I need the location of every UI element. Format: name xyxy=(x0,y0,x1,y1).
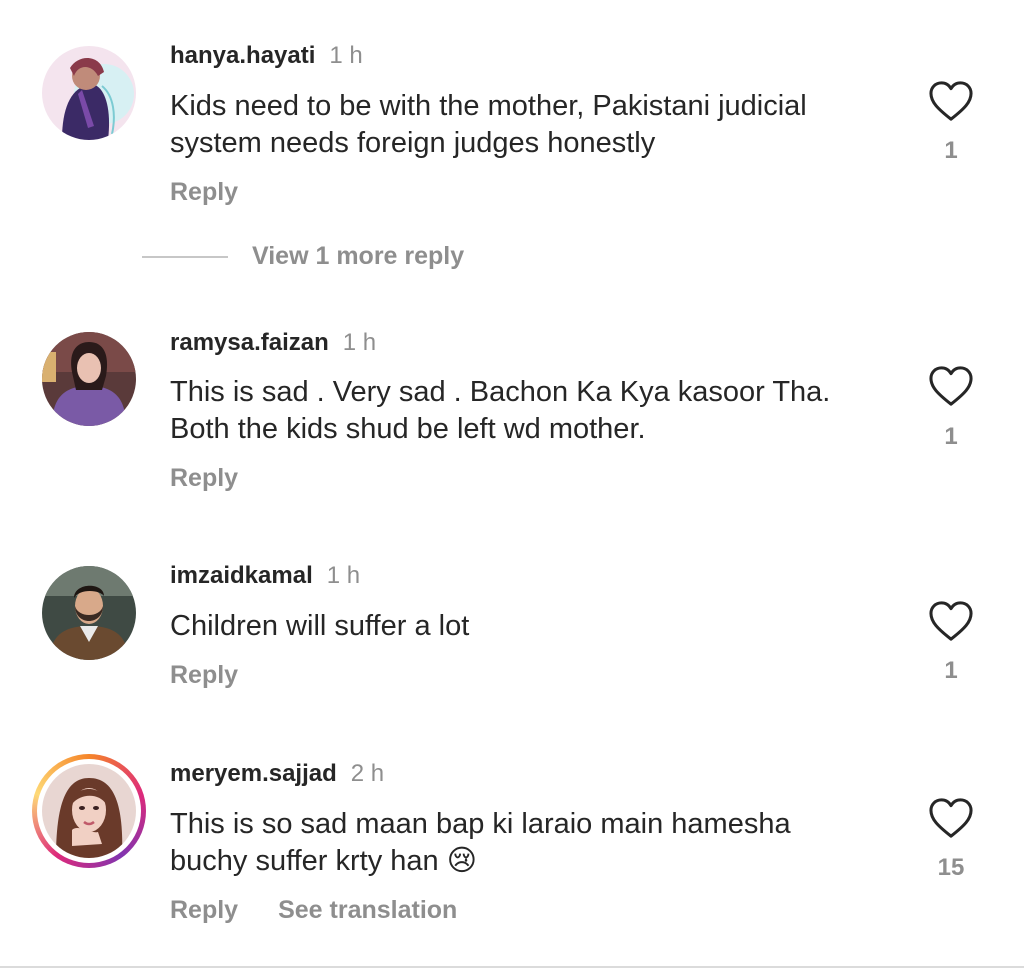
comment-actions: Reply xyxy=(170,178,238,207)
username[interactable]: ramysa.faizan xyxy=(170,329,329,356)
comment-meta: imzaidkamal 1 h xyxy=(170,562,360,590)
avatar[interactable] xyxy=(42,332,136,426)
heart-outline-icon xyxy=(929,601,973,641)
like-button[interactable] xyxy=(928,365,974,407)
comment-text: This is sad . Very sad . Bachon Ka Kya k… xyxy=(170,374,890,448)
heart-outline-icon xyxy=(929,366,973,406)
comment-text-line: system needs foreign judges honestly xyxy=(170,127,656,159)
story-ring[interactable] xyxy=(32,754,146,868)
reply-button[interactable]: Reply xyxy=(170,661,238,689)
avatar[interactable] xyxy=(42,764,136,858)
comment-text: Kids need to be with the mother, Pakista… xyxy=(170,88,890,162)
timestamp: 2 h xyxy=(350,760,385,787)
like-count: 15 xyxy=(937,854,965,881)
comment-actions: Reply See translation xyxy=(170,896,457,925)
reply-button[interactable]: Reply xyxy=(170,896,238,924)
comment-text-line: This is so sad maan bap ki laraio main h… xyxy=(170,808,791,840)
timestamp: 1 h xyxy=(326,562,361,589)
see-translation-button[interactable]: See translation xyxy=(278,896,457,924)
comment-text-line: buchy suffer krty han 😢 xyxy=(170,845,477,877)
like-count: 1 xyxy=(944,137,958,164)
divider xyxy=(0,966,1024,968)
like-button[interactable] xyxy=(928,80,974,122)
heart-outline-icon xyxy=(929,81,973,121)
like-button[interactable] xyxy=(928,600,974,642)
comment-text-line: Children will suffer a lot xyxy=(170,610,470,642)
username[interactable]: hanya.hayati xyxy=(170,42,315,69)
username[interactable]: imzaidkamal xyxy=(170,562,313,589)
comment-actions: Reply xyxy=(170,464,238,493)
comment-meta: hanya.hayati 1 h xyxy=(170,42,363,70)
view-more-replies[interactable]: View 1 more reply xyxy=(142,242,464,276)
reply-button[interactable]: Reply xyxy=(170,464,238,492)
like-count: 1 xyxy=(944,657,958,684)
comment-text: This is so sad maan bap ki laraio main h… xyxy=(170,806,890,880)
avatar[interactable] xyxy=(42,46,136,140)
timestamp: 1 h xyxy=(329,42,363,69)
comment-text-line: Kids need to be with the mother, Pakista… xyxy=(170,90,807,122)
view-more-replies-label[interactable]: View 1 more reply xyxy=(252,242,464,271)
like-count: 1 xyxy=(944,423,958,450)
comment-text-line: Both the kids shud be left wd mother. xyxy=(170,413,646,445)
heart-outline-icon xyxy=(929,798,973,838)
avatar[interactable] xyxy=(42,566,136,660)
comment-meta: meryem.sajjad 2 h xyxy=(170,760,384,788)
like-button[interactable] xyxy=(928,797,974,839)
divider xyxy=(142,255,228,258)
comment-text-line: This is sad . Very sad . Bachon Ka Kya k… xyxy=(170,376,831,408)
comment-text: Children will suffer a lot xyxy=(170,608,890,645)
username[interactable]: meryem.sajjad xyxy=(170,760,337,787)
comment-meta: ramysa.faizan 1 h xyxy=(170,329,376,357)
timestamp: 1 h xyxy=(342,329,377,356)
comment-actions: Reply xyxy=(170,661,238,690)
reply-button[interactable]: Reply xyxy=(170,178,238,206)
